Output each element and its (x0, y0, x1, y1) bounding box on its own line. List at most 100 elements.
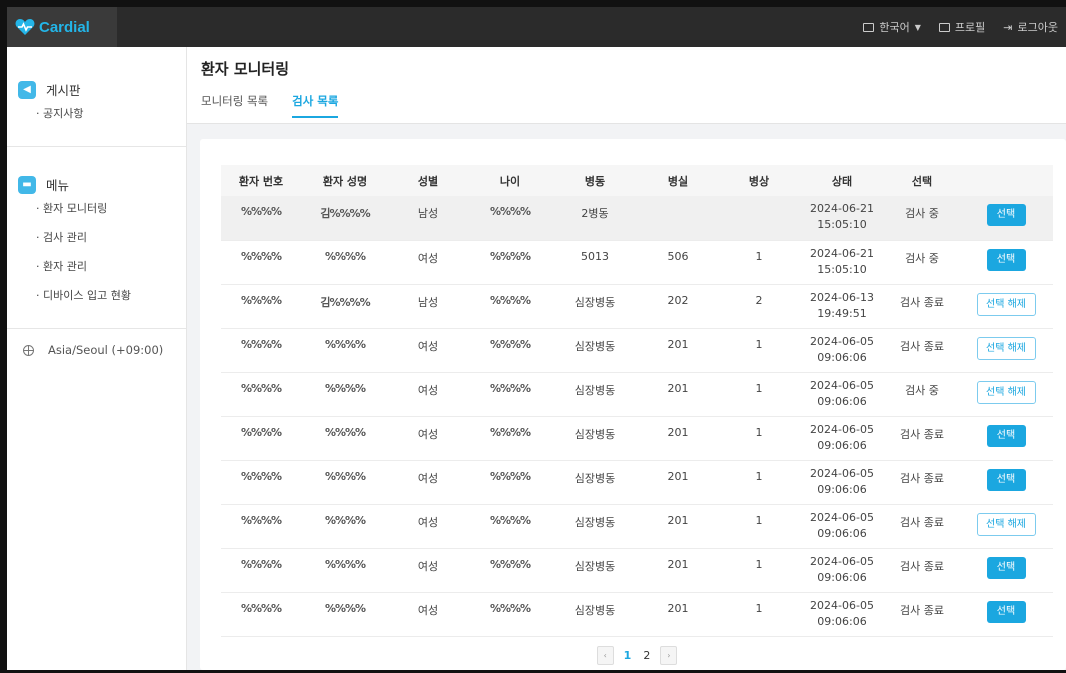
page-1-button[interactable]: 1 (622, 649, 634, 662)
age-cell: %%%% (467, 548, 553, 593)
select-button[interactable]: 선택 (986, 556, 1026, 579)
bed-cell: 1 (719, 548, 799, 593)
patient-name-value: %%%% (324, 469, 366, 483)
action-cell: 선택 (959, 240, 1053, 285)
table-row[interactable]: %%%%%%%% 여성%%%% 심장병동 201 1 2024-06-05 09:06:06… (221, 460, 1053, 505)
status-cell: 검사 중 (885, 240, 959, 285)
table-row[interactable]: %%%%%%%% 여성%%%% 5013 506 1 2024-06-21 15:05:10… (221, 240, 1053, 285)
tab-exam-list[interactable]: 검사 목록 (292, 93, 339, 118)
room-value: 201 (667, 513, 689, 527)
room-cell: 506 (637, 240, 719, 285)
room-cell: 201 (637, 504, 719, 549)
select-button[interactable]: 선택 (986, 424, 1026, 447)
select-button[interactable]: 선택 (986, 204, 1026, 226)
time-value: 15:05:10 (817, 218, 867, 231)
deselect-button[interactable]: 선택 해제 (976, 292, 1036, 316)
sex-cell: 남성 (389, 284, 467, 329)
patient-name-value: %%%% (324, 381, 366, 395)
status-cell: 검사 종료 (885, 460, 959, 505)
patient-id-cell: %%%% (221, 196, 301, 241)
patient-name-value: 김%%%% (320, 207, 370, 220)
select-button[interactable]: 선택 (986, 248, 1026, 271)
date-value: 2024-06-05 (810, 334, 874, 348)
table-row[interactable]: %%%% 김%%%% 남성%%%% 2병동 2024-06-21 15:05:10 검사 중… (221, 196, 1053, 241)
patient-name-cell: %%%% (301, 504, 389, 549)
action-cell: 선택 해제 (959, 504, 1053, 549)
patient-id-cell: %%%% (221, 372, 301, 417)
prev-page-button[interactable]: ‹ (596, 645, 614, 665)
ward-value: 심장병동 (574, 559, 616, 573)
sidebar-item-exam-management[interactable]: · 검사 관리 (7, 223, 186, 252)
room-cell (637, 196, 719, 241)
table-row[interactable]: %%%%%%%% 여성%%%% 심장병동 201 1 2024-06-05 09:06:06… (221, 548, 1053, 593)
sidebar-item-patient-monitoring[interactable]: · 환자 모니터링 (7, 194, 186, 223)
next-page-button[interactable]: › (660, 645, 678, 665)
sex-cell: 여성 (389, 372, 467, 417)
age-value: %%%% (489, 205, 531, 218)
page-2-button[interactable]: 2 (641, 649, 652, 662)
deselect-button[interactable]: 선택 해제 (976, 380, 1036, 404)
ward-cell: 심장병동 (553, 592, 637, 637)
logout-button[interactable]: ⇥ 로그아웃 (1003, 19, 1058, 35)
column-header: 병동 (553, 165, 637, 196)
sidebar-item-patient-management[interactable]: · 환자 관리 (7, 252, 186, 281)
action-cell: 선택 해제 (959, 284, 1053, 329)
table-row[interactable]: %%%%%%%% 여성%%%% 심장병동 201 1 2024-06-05 09:06:06… (221, 416, 1053, 461)
patient-name-cell: %%%% (301, 416, 389, 461)
sex-value: 여성 (417, 339, 439, 353)
sex-value: 남성 (417, 207, 439, 220)
select-button[interactable]: 선택 (986, 468, 1026, 491)
profile-button[interactable]: 프로필 (938, 19, 985, 35)
status-cell: 검사 종료 (885, 548, 959, 593)
column-header: 환자 성명 (301, 165, 389, 196)
sex-cell: 여성 (389, 548, 467, 593)
language-select[interactable]: 한국어 ▼ (863, 19, 921, 35)
page-header: 환자 모니터링 모니터링 목록 검사 목록 (187, 47, 1066, 124)
patient-id-value: %%%% (240, 381, 282, 395)
patient-name-cell: %%%% (301, 548, 389, 593)
table-row[interactable]: %%%%%%%% 여성%%%% 심장병동 201 1 2024-06-05 09:06:06… (221, 372, 1053, 417)
datetime-cell: 2024-06-05 09:06:06 (799, 504, 885, 549)
table-row[interactable]: %%%%%%%% 여성%%%% 심장병동 201 1 2024-06-05 09:06:06… (221, 592, 1053, 637)
patient-id-cell: %%%% (221, 284, 301, 329)
sidebar-heading-label: 메뉴 (46, 178, 70, 193)
deselect-button[interactable]: 선택 해제 (976, 336, 1036, 360)
patient-name-value: %%%% (324, 337, 366, 351)
time-value: 09:06:06 (817, 438, 867, 452)
table-row[interactable]: %%%%%%%% 여성%%%% 심장병동 201 1 2024-06-05 09:06:06… (221, 328, 1053, 373)
ward-value: 심장병동 (574, 603, 616, 617)
datetime-cell: 2024-06-21 15:05:10 (799, 240, 885, 285)
sidebar-item-notice[interactable]: · 공지사항 (7, 99, 186, 128)
folder-icon: ▬ (18, 175, 36, 194)
sex-value: 여성 (417, 251, 439, 265)
bed-value: 1 (755, 425, 763, 439)
ward-cell: 심장병동 (553, 328, 637, 373)
table-row[interactable]: %%%% 김%%%% 남성%%%% 심장병동 202 2 2024-06-13 19:49:5… (221, 284, 1053, 329)
exam-table: 환자 번호 환자 성명 성별 나이 병동 병실 병상 상태 선택 %%%% 김%%%% 남성%%%%… (221, 165, 1053, 637)
patient-name-cell: %%%% (301, 592, 389, 637)
patient-id-value: %%%% (240, 337, 282, 351)
timezone-display[interactable]: Asia/Seoul (+09:00) (7, 329, 186, 357)
table-row[interactable]: %%%%%%%% 여성%%%% 심장병동 201 1 2024-06-05 09:06:06… (221, 504, 1053, 549)
bed-cell (719, 196, 799, 241)
patient-id-value: %%%% (240, 425, 282, 439)
bed-value: 1 (755, 601, 763, 615)
sex-cell: 여성 (389, 240, 467, 285)
brand-logo[interactable]: Cardial (7, 7, 117, 47)
time-value: 09:06:06 (817, 570, 867, 584)
age-value: %%%% (489, 425, 531, 439)
room-value: 506 (667, 249, 689, 263)
datetime-cell: 2024-06-05 09:06:06 (799, 460, 885, 505)
select-button[interactable]: 선택 (986, 600, 1026, 623)
sidebar-item-device-receiving[interactable]: · 디바이스 입고 현황 (7, 281, 186, 310)
time-value: 09:06:06 (817, 394, 867, 408)
patient-name-cell: %%%% (301, 240, 389, 285)
date-value: 2024-06-05 (810, 554, 874, 568)
datetime-cell: 2024-06-21 15:05:10 (799, 196, 885, 241)
tab-monitoring-list[interactable]: 모니터링 목록 (201, 93, 268, 118)
logout-label: 로그아웃 (1017, 21, 1058, 34)
bed-cell: 1 (719, 416, 799, 461)
patient-id-value: %%%% (240, 205, 282, 218)
deselect-button[interactable]: 선택 해제 (976, 512, 1036, 536)
sex-value: 여성 (417, 471, 439, 485)
